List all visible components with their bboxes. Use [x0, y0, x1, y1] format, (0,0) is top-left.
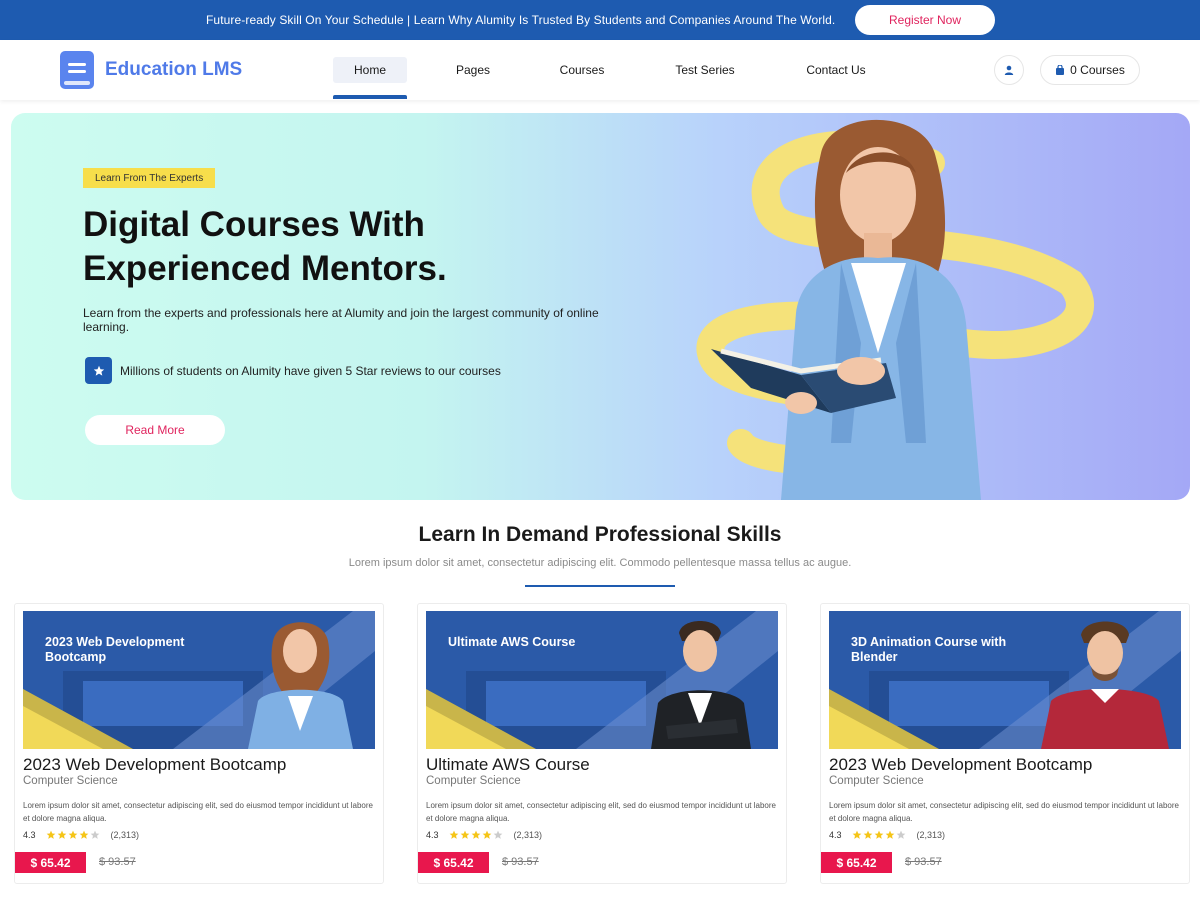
course-description: Lorem ipsum dolor sit amet, consectetur …: [829, 801, 1179, 823]
announcement-text: Future-ready Skill On Your Schedule | Le…: [206, 13, 836, 27]
course-banner-image: [829, 611, 1181, 749]
section-divider: [525, 585, 675, 587]
star-filled-icon: [874, 830, 883, 839]
rating-stars: [449, 830, 504, 840]
star-filled-icon: [471, 830, 480, 839]
site-logo[interactable]: Education LMS: [60, 51, 242, 89]
register-now-button[interactable]: Register Now: [855, 5, 995, 35]
nav-home[interactable]: Home: [333, 57, 407, 83]
course-rating: 4.3 (2,313): [426, 830, 542, 840]
review-count: (2,313): [916, 830, 946, 840]
course-title[interactable]: Ultimate AWS Course: [426, 755, 590, 775]
hero-title: Digital Courses With Experienced Mentors…: [83, 205, 447, 288]
nav-pages[interactable]: Pages: [448, 57, 498, 83]
star-filled-icon: [460, 830, 469, 839]
course-price: $ 65.42: [418, 852, 489, 873]
user-account-button[interactable]: [994, 55, 1024, 85]
star-filled-icon: [46, 830, 55, 839]
course-card[interactable]: Ultimate AWS Course Ultimate AWS Course …: [417, 603, 787, 884]
hero-feature: Millions of students on Alumity have giv…: [85, 357, 501, 384]
nav-test-series[interactable]: Test Series: [667, 57, 743, 83]
rating-value: 4.3: [426, 830, 439, 840]
review-count: (2,313): [513, 830, 543, 840]
star-filled-icon: [885, 830, 894, 839]
course-card[interactable]: 3D Animation Course with Blender 2023 We…: [820, 603, 1190, 884]
course-category: Computer Science: [829, 775, 924, 787]
course-banner-title: Ultimate AWS Course: [448, 635, 576, 649]
hero-tag: Learn From The Experts: [83, 168, 216, 188]
course-card[interactable]: 2023 Web Development Bootcamp 2023 Web D…: [14, 603, 384, 884]
star-filled-icon: [79, 830, 88, 839]
hero-feature-text: Millions of students on Alumity have giv…: [120, 363, 501, 378]
main-navbar: Education LMS Home Pages Courses Test Se…: [0, 40, 1200, 100]
mentor-illustration: [696, 119, 1094, 500]
read-more-button[interactable]: Read More: [85, 415, 225, 445]
course-title[interactable]: 2023 Web Development Bootcamp: [829, 755, 1092, 775]
course-old-price: $ 93.57: [99, 856, 136, 868]
course-banner-title: 3D Animation Course with Blender: [851, 635, 1007, 664]
star-filled-icon: [852, 830, 861, 839]
course-old-price: $ 93.57: [502, 856, 539, 868]
course-banner-title: 2023 Web Development Bootcamp: [45, 635, 185, 664]
course-price: $ 65.42: [821, 852, 892, 873]
review-count: (2,313): [110, 830, 140, 840]
hero-description: Learn from the experts and professionals…: [83, 306, 599, 334]
section-title: Learn In Demand Professional Skills: [418, 523, 782, 546]
brand-name: Education LMS: [105, 59, 243, 80]
star-filled-icon: [482, 830, 491, 839]
cart-label: 0 Courses: [1070, 63, 1125, 77]
cart-button[interactable]: 0 Courses: [1040, 55, 1140, 85]
hero-banner: Learn From The Experts Digital Courses W…: [11, 113, 1190, 500]
course-banner-image: [426, 611, 778, 749]
course-category: Computer Science: [23, 775, 118, 787]
course-category: Computer Science: [426, 775, 521, 787]
course-rating: 4.3 (2,313): [23, 830, 139, 840]
user-icon: [1004, 65, 1014, 75]
section-subtitle: Lorem ipsum dolor sit amet, consectetur …: [348, 557, 852, 569]
rating-stars: [852, 830, 907, 840]
star-filled-icon: [863, 830, 872, 839]
bag-icon: [1056, 65, 1065, 75]
course-banner[interactable]: 3D Animation Course with Blender: [829, 611, 1181, 749]
star-empty-icon: [493, 830, 502, 839]
book-icon: [60, 51, 94, 89]
star-filled-icon: [449, 830, 458, 839]
course-title[interactable]: 2023 Web Development Bootcamp: [23, 755, 286, 775]
star-icon: [85, 357, 112, 384]
course-banner[interactable]: 2023 Web Development Bootcamp: [23, 611, 375, 749]
rating-stars: [46, 830, 101, 840]
nav-contact-us[interactable]: Contact Us: [797, 57, 875, 83]
nav-active-indicator: [333, 95, 407, 99]
star-filled-icon: [57, 830, 66, 839]
star-filled-icon: [68, 830, 77, 839]
announcement-bar: Future-ready Skill On Your Schedule | Le…: [0, 0, 1200, 40]
course-old-price: $ 93.57: [905, 856, 942, 868]
star-empty-icon: [90, 830, 99, 839]
star-empty-icon: [896, 830, 905, 839]
nav-courses[interactable]: Courses: [552, 57, 612, 83]
course-description: Lorem ipsum dolor sit amet, consectetur …: [426, 801, 776, 823]
course-price: $ 65.42: [15, 852, 86, 873]
course-banner[interactable]: Ultimate AWS Course: [426, 611, 778, 749]
rating-value: 4.3: [829, 830, 842, 840]
course-rating: 4.3 (2,313): [829, 830, 945, 840]
rating-value: 4.3: [23, 830, 36, 840]
course-description: Lorem ipsum dolor sit amet, consectetur …: [23, 801, 373, 823]
course-banner-image: [23, 611, 375, 749]
